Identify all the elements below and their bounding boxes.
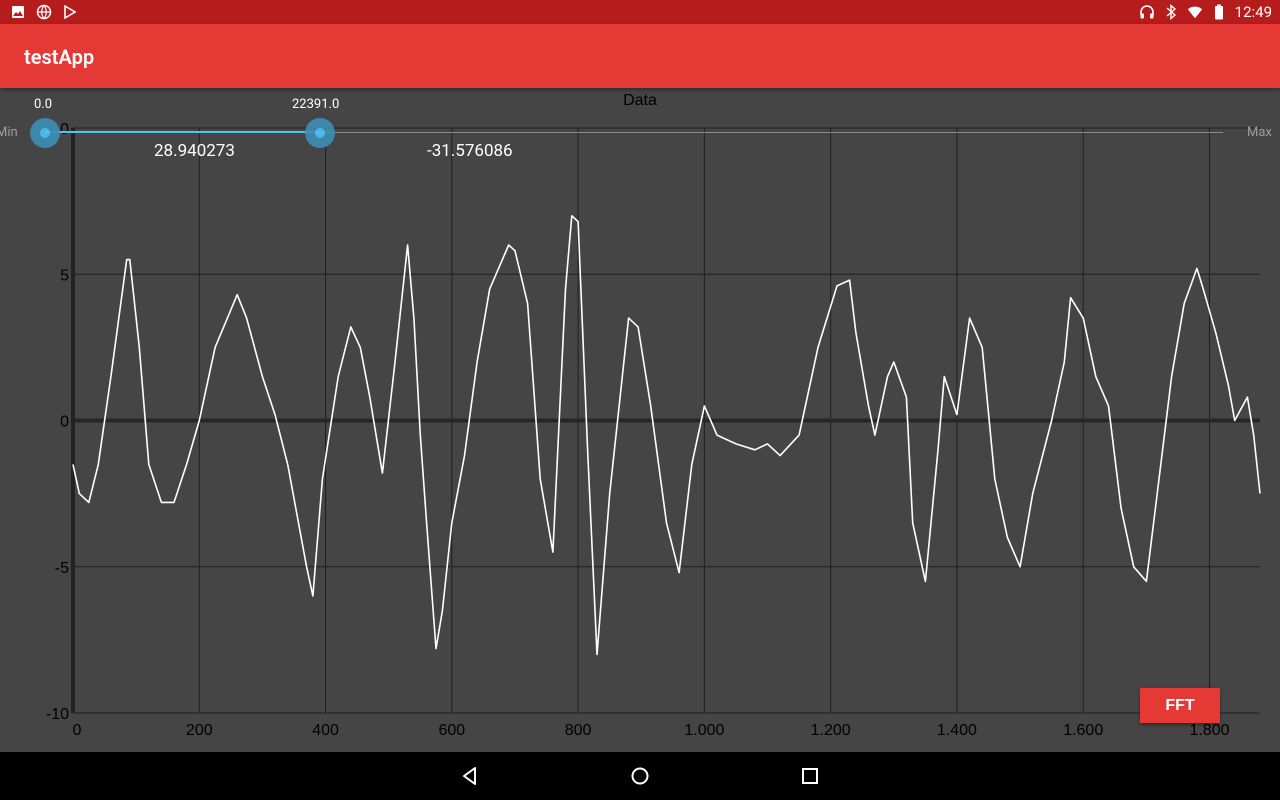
x-tick-label: 600	[438, 722, 465, 739]
y-tick-label: 5	[60, 267, 69, 284]
back-icon[interactable]	[450, 756, 490, 796]
x-tick-label: 1.400	[937, 722, 977, 739]
x-tick-label: 200	[186, 722, 213, 739]
app-bar: testApp	[0, 24, 1280, 88]
slider-high-thumb[interactable]	[305, 118, 335, 148]
bluetooth-icon	[1163, 4, 1179, 20]
globe-icon	[36, 4, 52, 20]
app-title: testApp	[24, 45, 95, 69]
navigation-bar	[0, 752, 1280, 800]
x-tick-label: 800	[565, 722, 592, 739]
headphones-icon	[1139, 4, 1155, 20]
x-tick-label: 0	[73, 722, 82, 739]
y-tick-label: -10	[46, 706, 69, 723]
line-chart: Data -10 -5 0 5 0 0 200 400 600 800 1.000 1.200 1.400…	[46, 92, 1261, 739]
fft-button[interactable]: FFT	[1140, 688, 1220, 723]
series-line	[72, 215, 1261, 656]
slider-low-thumb[interactable]	[30, 118, 60, 148]
y-tick-label: 0	[60, 121, 69, 138]
battery-icon	[1211, 4, 1227, 20]
play-store-icon	[62, 4, 78, 20]
x-tick-label: 400	[312, 722, 339, 739]
y-tick-label: -5	[55, 560, 69, 577]
chart-area: Data -10 -5 0 5 0 0 200 400 600 800 1.000 1.200 1.400…	[0, 88, 1280, 752]
recents-icon[interactable]	[790, 756, 830, 796]
y-tick-label: 0	[60, 414, 69, 431]
x-tick-label: 1.600	[1063, 722, 1103, 739]
status-bar: 12:49	[0, 0, 1280, 24]
x-tick-label: 1.200	[811, 722, 851, 739]
home-icon[interactable]	[620, 756, 660, 796]
x-tick-label: 1.000	[684, 722, 724, 739]
image-icon	[10, 4, 26, 20]
chart-title: Data	[623, 92, 657, 109]
x-tick-label: 1.800	[1189, 722, 1229, 739]
clock: 12:49	[1234, 3, 1272, 21]
wifi-icon	[1187, 4, 1203, 20]
